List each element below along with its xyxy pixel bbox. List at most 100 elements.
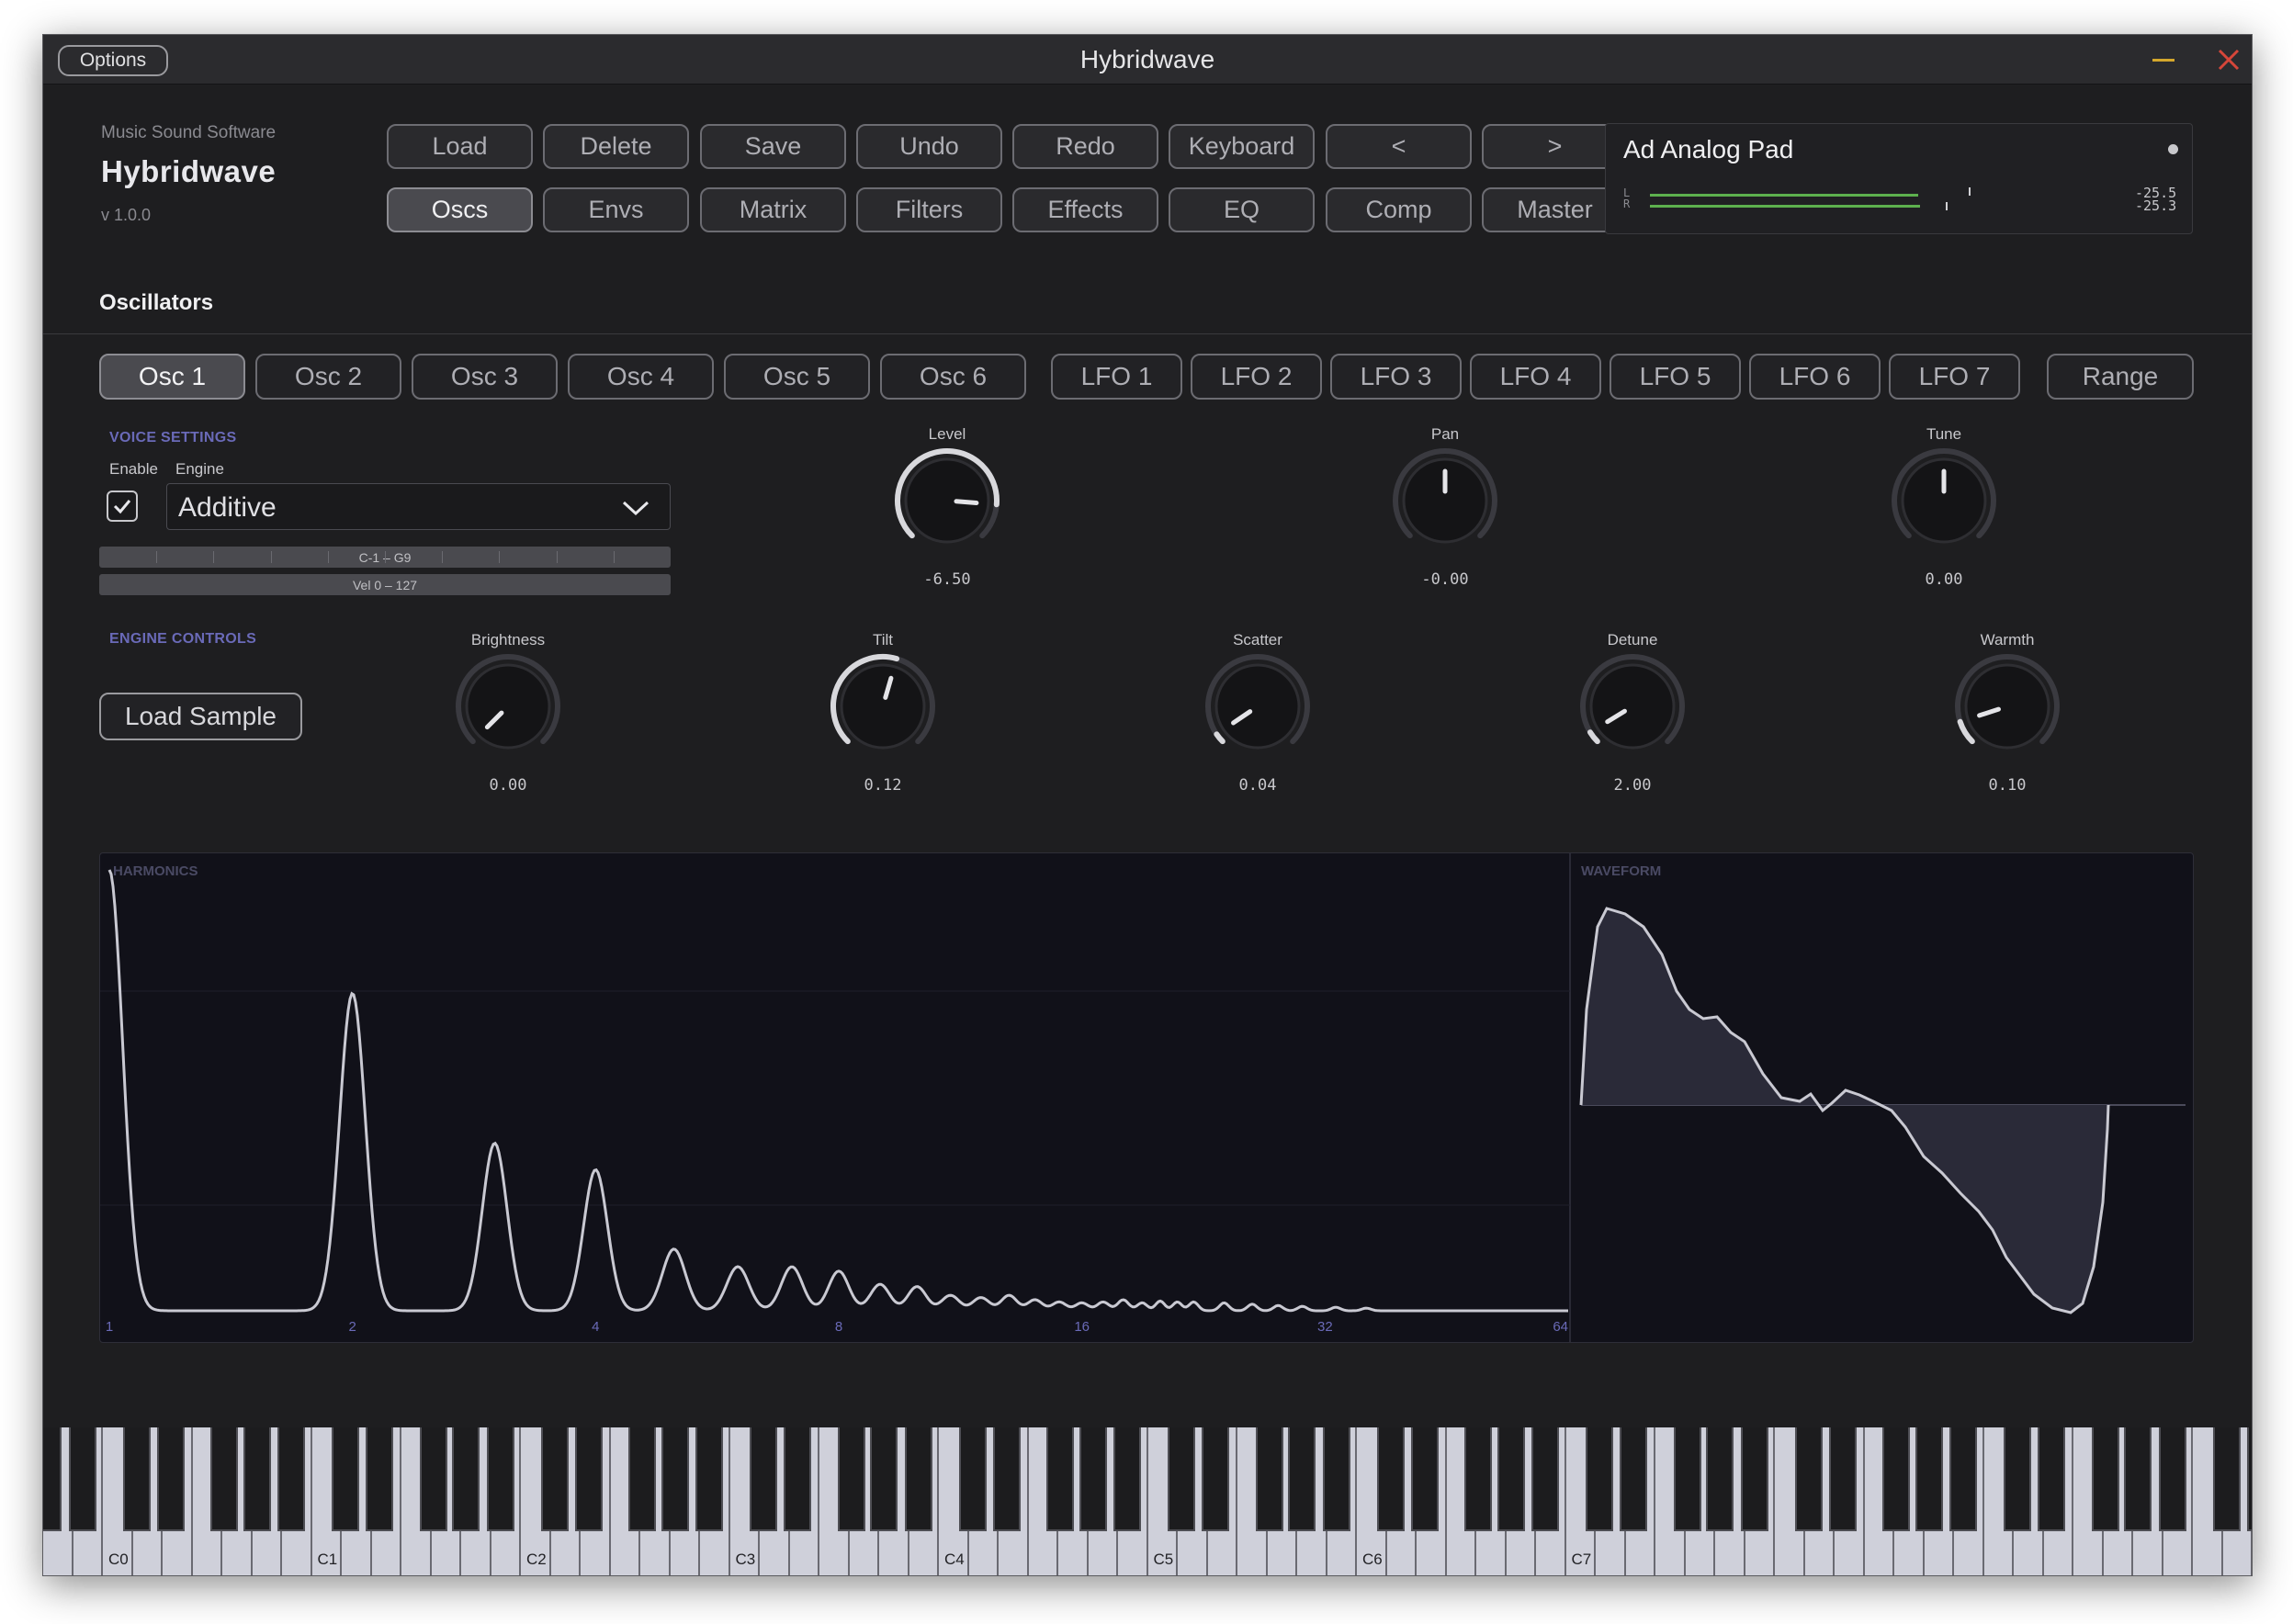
black-key[interactable] [1586, 1427, 1614, 1531]
black-key[interactable] [695, 1427, 724, 1531]
enable-checkbox[interactable] [107, 491, 138, 522]
black-key[interactable] [870, 1427, 898, 1531]
black-key[interactable] [2158, 1427, 2186, 1531]
black-key[interactable] [904, 1427, 932, 1531]
black-key[interactable] [1620, 1427, 1647, 1531]
black-key[interactable] [958, 1427, 987, 1531]
tab-osc-2[interactable]: Osc 2 [255, 354, 401, 400]
close-icon[interactable] [2215, 46, 2242, 73]
black-key[interactable] [992, 1427, 1021, 1531]
black-key[interactable] [1949, 1427, 1978, 1531]
black-key[interactable] [122, 1427, 151, 1531]
black-key[interactable] [243, 1427, 271, 1531]
warmth-knob[interactable]: Warmth 0.10 [1934, 631, 2081, 815]
previous-preset-button[interactable]: < [1326, 124, 1472, 169]
tab-range[interactable]: Range [2047, 354, 2194, 400]
tab-osc-5[interactable]: Osc 5 [724, 354, 870, 400]
black-key[interactable] [1794, 1427, 1823, 1531]
brightness-knob[interactable]: Brightness 0.00 [435, 631, 582, 815]
black-key[interactable] [1113, 1427, 1142, 1531]
black-key[interactable] [1410, 1427, 1439, 1531]
black-key[interactable] [1531, 1427, 1560, 1531]
tab-lfo-3[interactable]: LFO 3 [1330, 354, 1462, 400]
black-key[interactable] [2124, 1427, 2152, 1531]
tab-osc-1[interactable]: Osc 1 [99, 354, 245, 400]
page-button-envs[interactable]: Envs [543, 187, 689, 232]
minimize-icon[interactable] [2152, 59, 2174, 62]
black-key[interactable] [156, 1427, 185, 1531]
black-key[interactable] [2091, 1427, 2119, 1531]
black-key[interactable] [1079, 1427, 1107, 1531]
tab-lfo-5[interactable]: LFO 5 [1610, 354, 1741, 400]
black-key[interactable] [837, 1427, 865, 1531]
scatter-knob[interactable]: Scatter 0.04 [1184, 631, 1331, 815]
black-key[interactable] [1288, 1427, 1316, 1531]
black-key[interactable] [1828, 1427, 1857, 1531]
black-key[interactable] [68, 1427, 96, 1531]
level-dial[interactable] [892, 445, 1002, 556]
black-key[interactable] [750, 1427, 778, 1531]
black-key[interactable] [419, 1427, 447, 1531]
black-key[interactable] [1464, 1427, 1492, 1531]
warmth-dial[interactable] [1952, 651, 2062, 761]
black-key[interactable] [43, 1427, 62, 1531]
delete-button[interactable]: Delete [543, 124, 689, 169]
black-key[interactable] [1168, 1427, 1196, 1531]
black-key[interactable] [1740, 1427, 1768, 1531]
black-key[interactable] [366, 1427, 393, 1531]
black-key[interactable] [574, 1427, 603, 1531]
page-button-effects[interactable]: Effects [1012, 187, 1158, 232]
black-key[interactable] [2038, 1427, 2065, 1531]
black-key[interactable] [1706, 1427, 1734, 1531]
black-key[interactable] [486, 1427, 514, 1531]
tab-lfo-1[interactable]: LFO 1 [1051, 354, 1182, 400]
piano-keyboard[interactable]: C0 C1 C2 C3 C4 C5 C6 C7 [43, 1427, 2252, 1575]
black-key[interactable] [2004, 1427, 2032, 1531]
black-key[interactable] [661, 1427, 689, 1531]
black-key[interactable] [1497, 1427, 1525, 1531]
tab-lfo-4[interactable]: LFO 4 [1470, 354, 1601, 400]
black-key[interactable] [1882, 1427, 1910, 1531]
brightness-dial[interactable] [453, 651, 563, 761]
black-key[interactable] [1673, 1427, 1701, 1531]
tab-lfo-6[interactable]: LFO 6 [1749, 354, 1881, 400]
page-button-oscs[interactable]: Oscs [387, 187, 533, 232]
black-key[interactable] [628, 1427, 656, 1531]
pan-dial[interactable] [1390, 445, 1500, 556]
tab-osc-3[interactable]: Osc 3 [412, 354, 558, 400]
pan-knob[interactable]: Pan -0.00 [1372, 425, 1519, 609]
scatter-dial[interactable] [1203, 651, 1313, 761]
detune-knob[interactable]: Detune 2.00 [1559, 631, 1706, 815]
keyboard-button[interactable]: Keyboard [1169, 124, 1315, 169]
tilt-knob[interactable]: Tilt 0.12 [809, 631, 956, 815]
tune-knob[interactable]: Tune 0.00 [1870, 425, 2017, 609]
page-button-comp[interactable]: Comp [1326, 187, 1472, 232]
page-button-eq[interactable]: EQ [1169, 187, 1315, 232]
save-button[interactable]: Save [700, 124, 846, 169]
tab-osc-4[interactable]: Osc 4 [568, 354, 714, 400]
key-range-bar[interactable]: C-1 – G9 [99, 547, 671, 568]
tab-lfo-2[interactable]: LFO 2 [1191, 354, 1322, 400]
black-key[interactable] [2246, 1427, 2252, 1531]
black-key[interactable] [1255, 1427, 1283, 1531]
black-key[interactable] [1322, 1427, 1350, 1531]
redo-button[interactable]: Redo [1012, 124, 1158, 169]
engine-select[interactable]: Additive [166, 483, 671, 530]
undo-button[interactable]: Undo [856, 124, 1002, 169]
tilt-dial[interactable] [828, 651, 938, 761]
tab-osc-6[interactable]: Osc 6 [880, 354, 1026, 400]
level-knob[interactable]: Level -6.50 [874, 425, 1021, 609]
black-key[interactable] [1046, 1427, 1074, 1531]
black-key[interactable] [277, 1427, 306, 1531]
page-button-matrix[interactable]: Matrix [700, 187, 846, 232]
black-key[interactable] [210, 1427, 238, 1531]
preset-name[interactable]: Ad Analog Pad [1623, 135, 1793, 164]
black-key[interactable] [452, 1427, 480, 1531]
tab-lfo-7[interactable]: LFO 7 [1889, 354, 2020, 400]
load-button[interactable]: Load [387, 124, 533, 169]
page-button-filters[interactable]: Filters [856, 187, 1002, 232]
load-sample-button[interactable]: Load Sample [99, 693, 302, 740]
detune-dial[interactable] [1577, 651, 1688, 761]
black-key[interactable] [540, 1427, 569, 1531]
black-key[interactable] [2212, 1427, 2241, 1531]
